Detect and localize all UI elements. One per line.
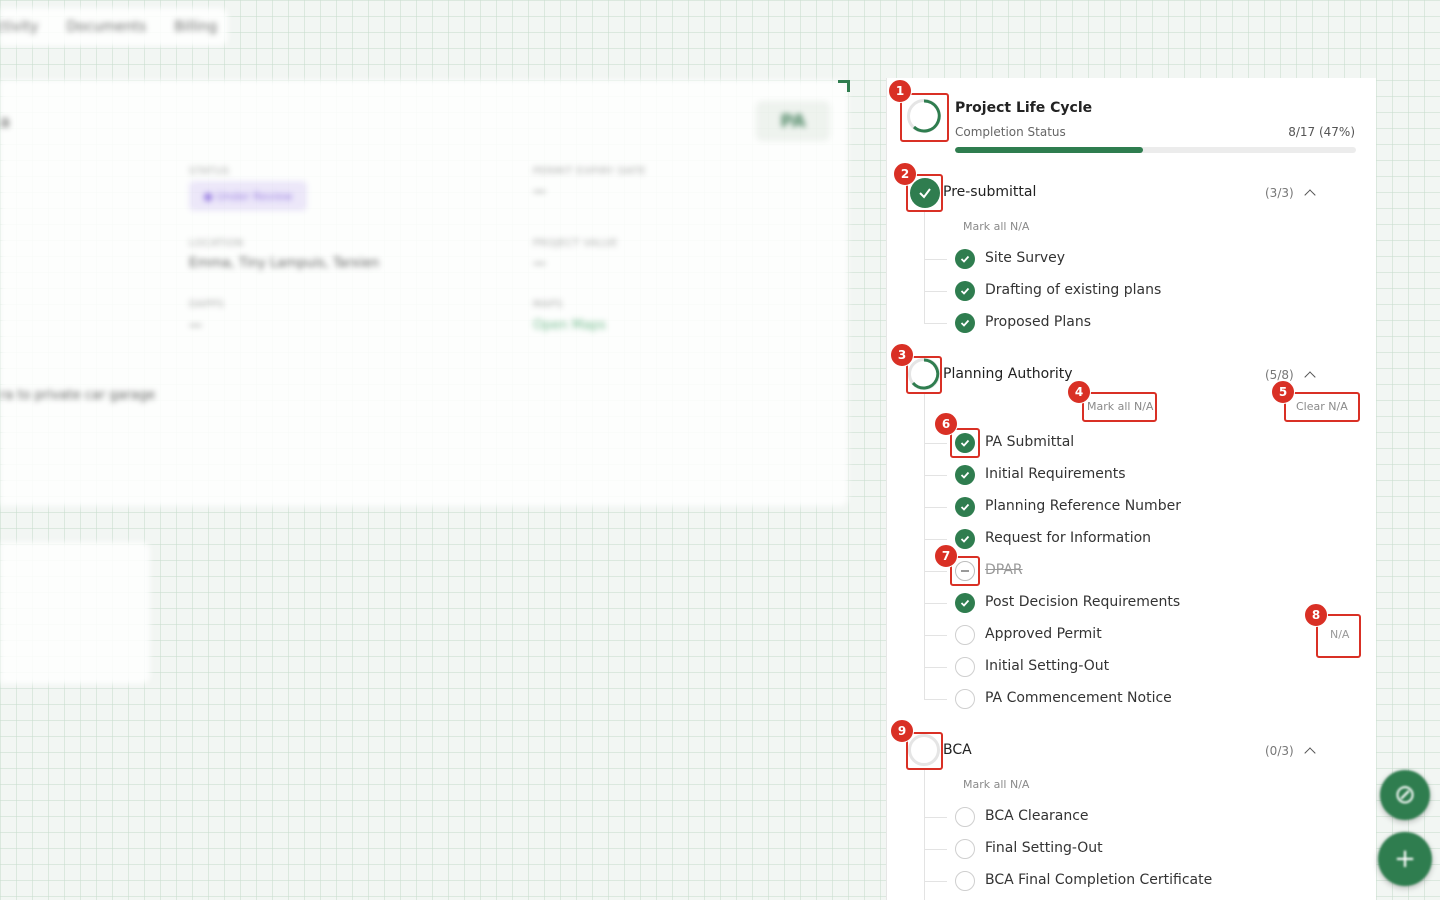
item-check-icon[interactable] xyxy=(955,497,975,517)
section-count: (0/3) xyxy=(1265,744,1294,758)
item-check-icon[interactable] xyxy=(955,465,975,485)
checklist-item[interactable]: Planning Reference Number xyxy=(985,498,1181,514)
tree-line xyxy=(924,212,925,324)
checklist-item[interactable]: Drafting of existing plans xyxy=(985,282,1161,298)
completion-progress-bar xyxy=(955,147,1356,153)
item-empty-circle-icon[interactable] xyxy=(955,657,975,677)
tab-bar: Activity Documents Billing xyxy=(0,8,228,46)
section-title-planning-authority[interactable]: Planning Authority xyxy=(943,366,1073,382)
item-check-icon[interactable] xyxy=(955,249,975,269)
tree-branch xyxy=(925,539,947,540)
secondary-card xyxy=(0,542,150,684)
tree-branch xyxy=(925,571,947,572)
item-check-icon[interactable] xyxy=(955,529,975,549)
annotation-marker: 4 xyxy=(1067,380,1091,404)
annotation-box xyxy=(1284,392,1360,422)
checklist-item[interactable]: Final Setting-Out xyxy=(985,840,1103,856)
project-heading: a xyxy=(0,112,10,131)
item-empty-circle-icon[interactable] xyxy=(955,871,975,891)
tree-branch xyxy=(925,849,947,850)
checklist-item[interactable]: Site Survey xyxy=(985,250,1065,266)
tree-branch xyxy=(925,475,947,476)
annotation-marker: 5 xyxy=(1271,380,1295,404)
plus-icon[interactable]: + xyxy=(1378,832,1432,886)
link-icon[interactable]: ⊘ xyxy=(1380,770,1430,820)
dapps-label: DAPPS xyxy=(189,299,225,310)
location-label: LOCATION xyxy=(189,238,244,249)
tree-line xyxy=(924,394,925,700)
tree-branch xyxy=(925,323,947,324)
annotation-marker: 8 xyxy=(1304,603,1328,627)
item-empty-circle-icon[interactable] xyxy=(955,807,975,827)
section-count: (3/3) xyxy=(1265,186,1294,200)
location-value: Emma, Tiny Lampuis, Tarxien xyxy=(189,256,380,271)
tree-branch xyxy=(925,291,947,292)
status-badge: ● Under Review xyxy=(189,181,307,211)
checklist-item[interactable]: Post Decision Requirements xyxy=(985,594,1180,610)
mark-all-na-button[interactable]: Mark all N/A xyxy=(963,220,1029,233)
item-check-icon[interactable] xyxy=(955,313,975,333)
annotation-marker: 6 xyxy=(934,412,958,436)
tab-activity[interactable]: Activity xyxy=(0,19,38,35)
annotation-marker: 2 xyxy=(893,162,917,186)
tree-branch xyxy=(925,603,947,604)
tree-branch xyxy=(925,507,947,508)
tree-branch xyxy=(925,817,947,818)
panel-title: Project Life Cycle xyxy=(955,100,1093,116)
project-value-value: — xyxy=(533,256,546,271)
completion-status-label: Completion Status xyxy=(955,125,1066,139)
item-empty-circle-icon[interactable] xyxy=(955,839,975,859)
checklist-item[interactable]: BCA Final Completion Certificate xyxy=(985,872,1212,888)
pa-badge: PA xyxy=(756,101,830,141)
project-details-card xyxy=(0,80,848,506)
annotation-box xyxy=(1082,392,1157,422)
tree-branch xyxy=(925,259,947,260)
item-check-icon[interactable] xyxy=(955,593,975,613)
tree-branch xyxy=(925,635,947,636)
checklist-item[interactable]: BCA Clearance xyxy=(985,808,1089,824)
checklist-item[interactable]: Proposed Plans xyxy=(985,314,1091,330)
checklist-item-na[interactable]: DPAR xyxy=(985,562,1023,578)
item-check-icon[interactable] xyxy=(955,281,975,301)
project-lifecycle-panel xyxy=(886,78,1376,900)
checklist-item[interactable]: Approved Permit xyxy=(985,626,1102,642)
tab-billing[interactable]: Billing xyxy=(174,19,217,35)
annotation-marker: 3 xyxy=(890,343,914,367)
checklist-item[interactable]: Initial Requirements xyxy=(985,466,1126,482)
annotation-marker: 7 xyxy=(934,544,958,568)
maps-label: MAPS xyxy=(533,299,563,310)
annotation-marker: 1 xyxy=(888,79,912,103)
project-description: ra to private car garage xyxy=(0,388,156,403)
corner-marker xyxy=(838,80,850,92)
tree-branch xyxy=(925,667,947,668)
status-label: STATUS xyxy=(189,166,230,177)
tree-branch xyxy=(925,881,947,882)
section-title-pre-submittal[interactable]: Pre-submittal xyxy=(943,184,1036,200)
annotation-box xyxy=(950,428,980,458)
completion-progress-fill xyxy=(955,147,1144,153)
checklist-item[interactable]: Initial Setting-Out xyxy=(985,658,1109,674)
permit-expiry-value: — xyxy=(533,184,546,199)
item-empty-circle-icon[interactable] xyxy=(955,625,975,645)
section-title-bca[interactable]: BCA xyxy=(943,742,972,758)
project-value-label: PROJECT VALUE xyxy=(533,238,618,249)
tree-branch xyxy=(925,699,947,700)
mark-all-na-button[interactable]: Mark all N/A xyxy=(963,778,1029,791)
checklist-item[interactable]: PA Commencement Notice xyxy=(985,690,1172,706)
annotation-marker: 9 xyxy=(890,719,914,743)
checklist-item[interactable]: PA Submittal xyxy=(985,434,1074,450)
tree-branch xyxy=(925,443,947,444)
tab-documents[interactable]: Documents xyxy=(66,19,146,35)
completion-count: 8/17 (47%) xyxy=(1288,125,1355,139)
checklist-item[interactable]: Request for Information xyxy=(985,530,1151,546)
permit-expiry-label: PERMIT EXPIRY DATE xyxy=(533,166,646,177)
item-empty-circle-icon[interactable] xyxy=(955,689,975,709)
dapps-value: — xyxy=(189,318,202,333)
open-maps-link[interactable]: Open Maps xyxy=(533,318,606,333)
